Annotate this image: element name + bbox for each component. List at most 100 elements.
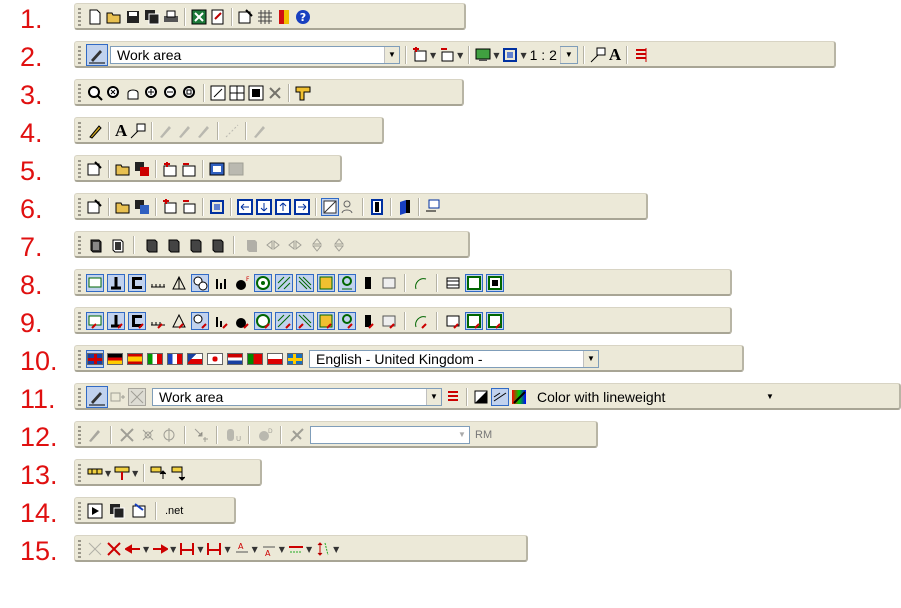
box-front-icon[interactable] (87, 237, 103, 253)
opening-icon[interactable] (191, 274, 209, 292)
dashed-line-icon[interactable] (224, 123, 240, 139)
open-folder-icon[interactable] (106, 9, 122, 25)
rotate-up-icon[interactable] (309, 237, 325, 253)
close-view-icon[interactable] (267, 85, 283, 101)
modify-window-icon[interactable] (381, 313, 397, 329)
dim-chain-icon[interactable] (288, 541, 304, 557)
work-area-select[interactable]: Work area ▼ (152, 388, 442, 406)
dimension-text-icon[interactable] (590, 47, 606, 63)
document-edit-icon[interactable] (210, 9, 226, 25)
wall-icon[interactable] (86, 274, 104, 292)
pan-hand-icon[interactable] (125, 85, 141, 101)
railing-icon[interactable] (275, 274, 293, 292)
render-icon[interactable] (243, 237, 259, 253)
rm-label[interactable]: RM (475, 429, 492, 441)
excel-icon[interactable] (191, 9, 207, 25)
dim-disabled-icon[interactable] (87, 541, 103, 557)
dim-text-below-icon[interactable]: A (261, 541, 277, 558)
toolbar-grip[interactable] (78, 160, 81, 178)
export-icon[interactable] (228, 161, 244, 177)
rotate-left-icon[interactable] (265, 237, 281, 253)
layer-manager-icon[interactable] (425, 199, 441, 215)
modify-ceiling-icon[interactable] (486, 312, 504, 330)
no-pattern-icon[interactable] (128, 388, 146, 406)
split-icon[interactable] (161, 427, 177, 443)
move-down-icon[interactable] (169, 465, 186, 481)
mirror-icon[interactable] (119, 427, 135, 443)
modify-slab-icon[interactable] (465, 312, 483, 330)
grid-settings-icon[interactable] (257, 9, 273, 25)
toolbar-grip[interactable] (78, 46, 81, 64)
frieze-icon[interactable] (445, 275, 461, 291)
beam-icon[interactable] (128, 274, 146, 292)
view-fill-icon[interactable] (248, 85, 264, 101)
language-select[interactable]: English - United Kingdom - ▼ (309, 350, 599, 368)
run-macro-icon[interactable] (87, 503, 103, 519)
dim-arrow-left-icon[interactable] (124, 541, 141, 557)
toolbar-grip[interactable] (78, 122, 81, 140)
roof-icon[interactable] (171, 275, 187, 291)
zoom-out-icon[interactable] (163, 85, 179, 101)
toolbar-grip[interactable] (78, 388, 81, 406)
rotate-right-icon[interactable] (287, 237, 303, 253)
project-save-icon[interactable] (134, 161, 150, 177)
insert-column-icon[interactable] (114, 465, 130, 481)
toolbar-grip[interactable] (78, 426, 81, 444)
layer-remove-icon[interactable] (181, 161, 197, 177)
new-file-icon[interactable] (87, 9, 103, 25)
pen-icon[interactable] (87, 123, 103, 139)
text-tool[interactable]: A (609, 45, 621, 65)
box-right-icon[interactable] (165, 237, 181, 253)
dimension-text-icon[interactable] (130, 123, 146, 139)
toolbar-grip[interactable] (78, 198, 81, 216)
flag-japan-icon[interactable] (207, 353, 223, 365)
trim-icon[interactable] (140, 427, 156, 443)
flag-netherlands-icon[interactable] (227, 353, 243, 365)
symbol-icon[interactable]: F (234, 275, 250, 291)
frame-icon[interactable] (502, 47, 518, 63)
scale-dropdown[interactable]: ▼ (559, 46, 578, 64)
modify-railing-icon[interactable] (275, 312, 293, 330)
box-back-icon[interactable] (187, 237, 203, 253)
insert-row-icon[interactable] (87, 465, 103, 481)
flag-sweden-icon[interactable] (287, 353, 303, 365)
toolbar-grip[interactable] (78, 540, 81, 558)
modify-wall-icon[interactable] (86, 312, 104, 330)
toolbar-grip[interactable] (78, 84, 81, 102)
properties-icon[interactable] (87, 199, 103, 215)
toolbar-grip[interactable] (78, 8, 81, 26)
slab-icon[interactable] (465, 274, 483, 292)
save-all-icon[interactable] (144, 9, 160, 25)
print-icon[interactable] (163, 9, 179, 25)
project-properties-icon[interactable] (87, 161, 103, 177)
layer-red-icon[interactable] (633, 47, 649, 63)
finish-icon[interactable] (338, 274, 356, 292)
pen-style-icon[interactable] (252, 123, 268, 139)
pen-1-icon[interactable] (158, 123, 174, 139)
zoom-in-icon[interactable] (144, 85, 160, 101)
cylinder-u-icon[interactable]: U (225, 427, 241, 443)
pen-settings-icon[interactable] (86, 386, 108, 408)
view-split-icon[interactable] (229, 85, 245, 101)
layer-list-icon[interactable] (439, 47, 455, 63)
script-editor-icon[interactable] (131, 503, 147, 519)
box-top-icon[interactable] (209, 237, 225, 253)
flag-portugal-icon[interactable] (247, 353, 263, 365)
column-icon[interactable] (369, 199, 385, 215)
color-lineweight-icon[interactable] (511, 389, 527, 405)
modify-roof-icon[interactable] (171, 313, 187, 329)
modify-opening-icon[interactable] (191, 312, 209, 330)
arrange-right-icon[interactable] (294, 199, 310, 215)
layer-add-icon[interactable] (412, 47, 428, 63)
copy-format-icon[interactable] (110, 389, 126, 405)
properties-icon[interactable] (238, 9, 254, 25)
pen-mode-select[interactable]: Color with lineweight ▼ (530, 388, 778, 406)
open-project-icon[interactable] (115, 199, 131, 215)
fixture-icon[interactable] (213, 275, 229, 291)
modify-door-icon[interactable] (413, 313, 429, 329)
publish-icon[interactable] (209, 161, 225, 177)
arrange-up-icon[interactable] (275, 199, 291, 215)
project-save-icon[interactable] (134, 199, 150, 215)
modify-finish-icon[interactable] (338, 312, 356, 330)
ceiling-icon[interactable] (486, 274, 504, 292)
